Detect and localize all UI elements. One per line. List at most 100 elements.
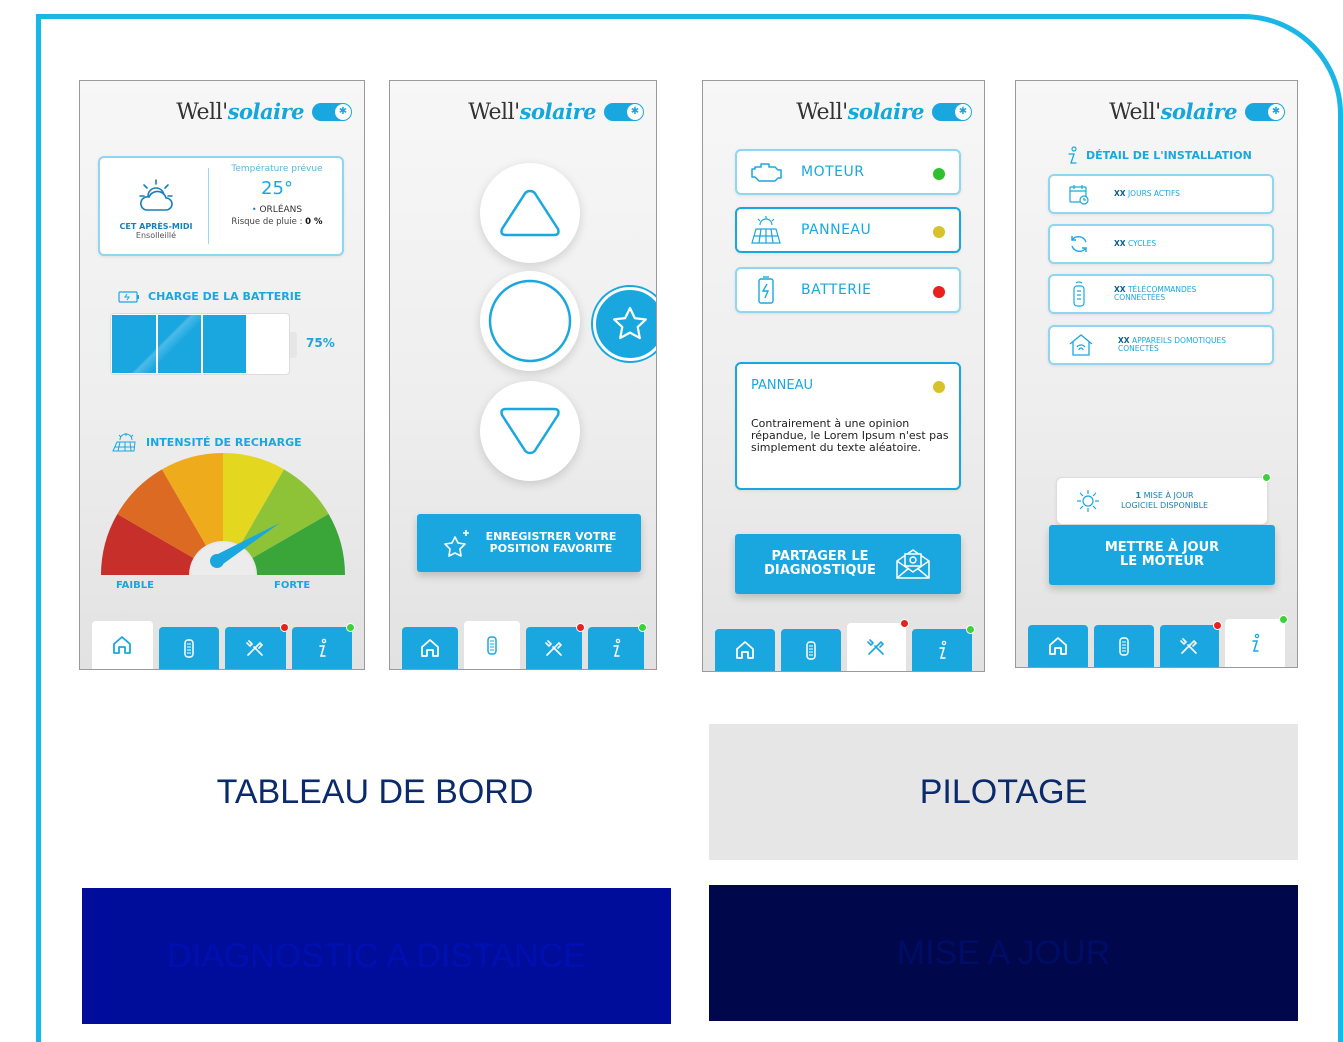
tab-home[interactable] [92, 621, 153, 669]
status-dot-yellow [933, 381, 945, 393]
info-row-smart-devices: XX APPAREILS DOMOTIQUES CONECTÉS [1048, 325, 1274, 365]
tab-remote[interactable] [464, 621, 520, 669]
gauge-low-label: FAIBLE [116, 580, 154, 591]
intensity-section-title: INTENSITÉ DE RECHARGE [110, 432, 302, 452]
info-row-text: XX TÉLÉCOMMANDES CONNECTÉES [1114, 285, 1197, 302]
status-dot-red [933, 286, 945, 298]
status-dot-red [900, 619, 910, 628]
city-label: • ORLÉANS [251, 205, 303, 215]
tab-remote[interactable] [1093, 625, 1154, 667]
remote-icon [1073, 281, 1085, 307]
favorite-position-button[interactable] [593, 287, 656, 361]
remote-icon [184, 639, 194, 658]
tab-info[interactable] [291, 623, 355, 669]
bluetooth-toggle[interactable]: ✱ [312, 103, 352, 121]
tab-info[interactable] [912, 625, 975, 671]
status-dot-red [279, 623, 289, 632]
tab-home[interactable] [402, 627, 458, 669]
recharge-intensity-gauge [101, 453, 345, 575]
diag-item-label: MOTEUR [801, 164, 865, 180]
battery-fill [112, 315, 246, 373]
bluetooth-icon: ✱ [335, 104, 351, 120]
info-icon [613, 638, 621, 657]
battery-section-title: CHARGE DE LA BATTERIE [118, 290, 301, 303]
diag-item-label: PANNEAU [801, 222, 872, 238]
bluetooth-toggle[interactable]: ✱ [932, 103, 972, 121]
home-icon [421, 639, 439, 657]
solar-panel-icon [751, 216, 781, 244]
app-header: Well'solaire ✱ [796, 99, 972, 125]
bluetooth-icon: ✱ [1268, 104, 1284, 120]
remote-icon [805, 641, 816, 660]
update-motor-button[interactable]: METTRE À JOUR LE MOTEUR [1049, 525, 1275, 585]
calendar-icon [1069, 185, 1089, 205]
battery-percentage: 75% [306, 336, 335, 350]
tools-icon [545, 640, 563, 656]
tab-bar [390, 619, 656, 669]
down-button[interactable] [480, 381, 580, 481]
diag-item-batterie[interactable]: BATTERIE [735, 267, 961, 313]
location-pin-icon: • [251, 205, 257, 214]
update-screen: Well'solaire ✱ DÉTAIL DE L'INSTALLATION … [1015, 80, 1298, 668]
star-icon [613, 306, 647, 340]
tools-icon [1180, 638, 1198, 654]
stop-button[interactable] [480, 271, 580, 371]
diag-item-label: BATTERIE [801, 282, 872, 298]
remote-icon [1118, 637, 1129, 656]
info-icon [1252, 633, 1260, 652]
diag-detail-card: PANNEAU Contrairement à une opinion répa… [735, 362, 961, 490]
status-dot-green [966, 625, 975, 634]
weather-condition: Ensolleillé [135, 231, 177, 240]
app-header: Well'solaire ✱ [176, 99, 352, 125]
tab-home[interactable] [715, 629, 775, 671]
diag-item-panneau[interactable]: PANNEAU [735, 207, 961, 253]
info-row-cycles: XX CYCLES [1048, 224, 1274, 264]
gauge-high-label: FORTE [274, 580, 311, 591]
detail-title: PANNEAU [751, 378, 813, 393]
tab-bar [80, 619, 364, 669]
cycle-icon [1071, 236, 1087, 252]
installation-title: DÉTAIL DE L'INSTALLATION [1064, 145, 1252, 165]
update-notice-text: 1 MISE À JOUR LOGICIEL DISPONIBLE [1121, 491, 1209, 510]
triangle-down-icon [500, 407, 560, 455]
status-dot-yellow [933, 226, 945, 238]
caption-diagnostic: DIAGNOSTIC A DISTANCE [82, 888, 671, 1024]
tools-icon [867, 639, 885, 655]
bluetooth-toggle[interactable]: ✱ [604, 103, 644, 121]
tab-bar [1016, 615, 1297, 667]
caption-update: MISE A JOUR [709, 885, 1298, 1021]
info-row-remotes: XX TÉLÉCOMMANDES CONNECTÉES [1048, 274, 1274, 314]
app-header: Well'solaire ✱ [1109, 99, 1285, 125]
solar-panel-icon [112, 433, 136, 452]
bluetooth-toggle[interactable]: ✱ [1245, 103, 1285, 121]
battery-segment [246, 315, 248, 373]
tab-bar [703, 619, 984, 671]
gear-icon [1077, 490, 1099, 512]
status-dot-green [1279, 615, 1288, 624]
tab-remote[interactable] [780, 629, 841, 671]
pilotage-screen: Well'solaire ✱ ENREGISTRER VOTRE POSITIO… [389, 80, 657, 670]
tab-remote[interactable] [158, 627, 219, 669]
tab-home[interactable] [1028, 625, 1088, 667]
brand-logo: Well'solaire [176, 99, 304, 125]
tab-tools[interactable] [225, 623, 289, 669]
share-diagnostic-button[interactable]: PARTAGER LE DIAGNOSTIQUE [735, 534, 961, 594]
battery-segment [156, 315, 158, 373]
tools-icon [246, 640, 264, 656]
tab-tools[interactable] [846, 619, 910, 671]
diag-item-moteur[interactable]: MOTEUR [735, 149, 961, 195]
tab-tools[interactable] [526, 623, 585, 669]
status-dot-green [346, 623, 355, 632]
temperature-value: 25° [261, 178, 293, 199]
caption-pilotage: PILOTAGE [709, 724, 1298, 860]
battery-cap [290, 332, 297, 358]
info-icon [319, 638, 326, 657]
tab-info[interactable] [1225, 615, 1288, 667]
battery-segment [201, 315, 203, 373]
star-plus-icon [443, 530, 469, 557]
status-dot-red [576, 623, 585, 632]
tab-info[interactable] [588, 623, 647, 669]
tab-tools[interactable] [1159, 621, 1223, 667]
up-button[interactable] [480, 163, 580, 263]
save-favorite-button[interactable]: ENREGISTRER VOTRE POSITION FAVORITE [417, 514, 641, 572]
